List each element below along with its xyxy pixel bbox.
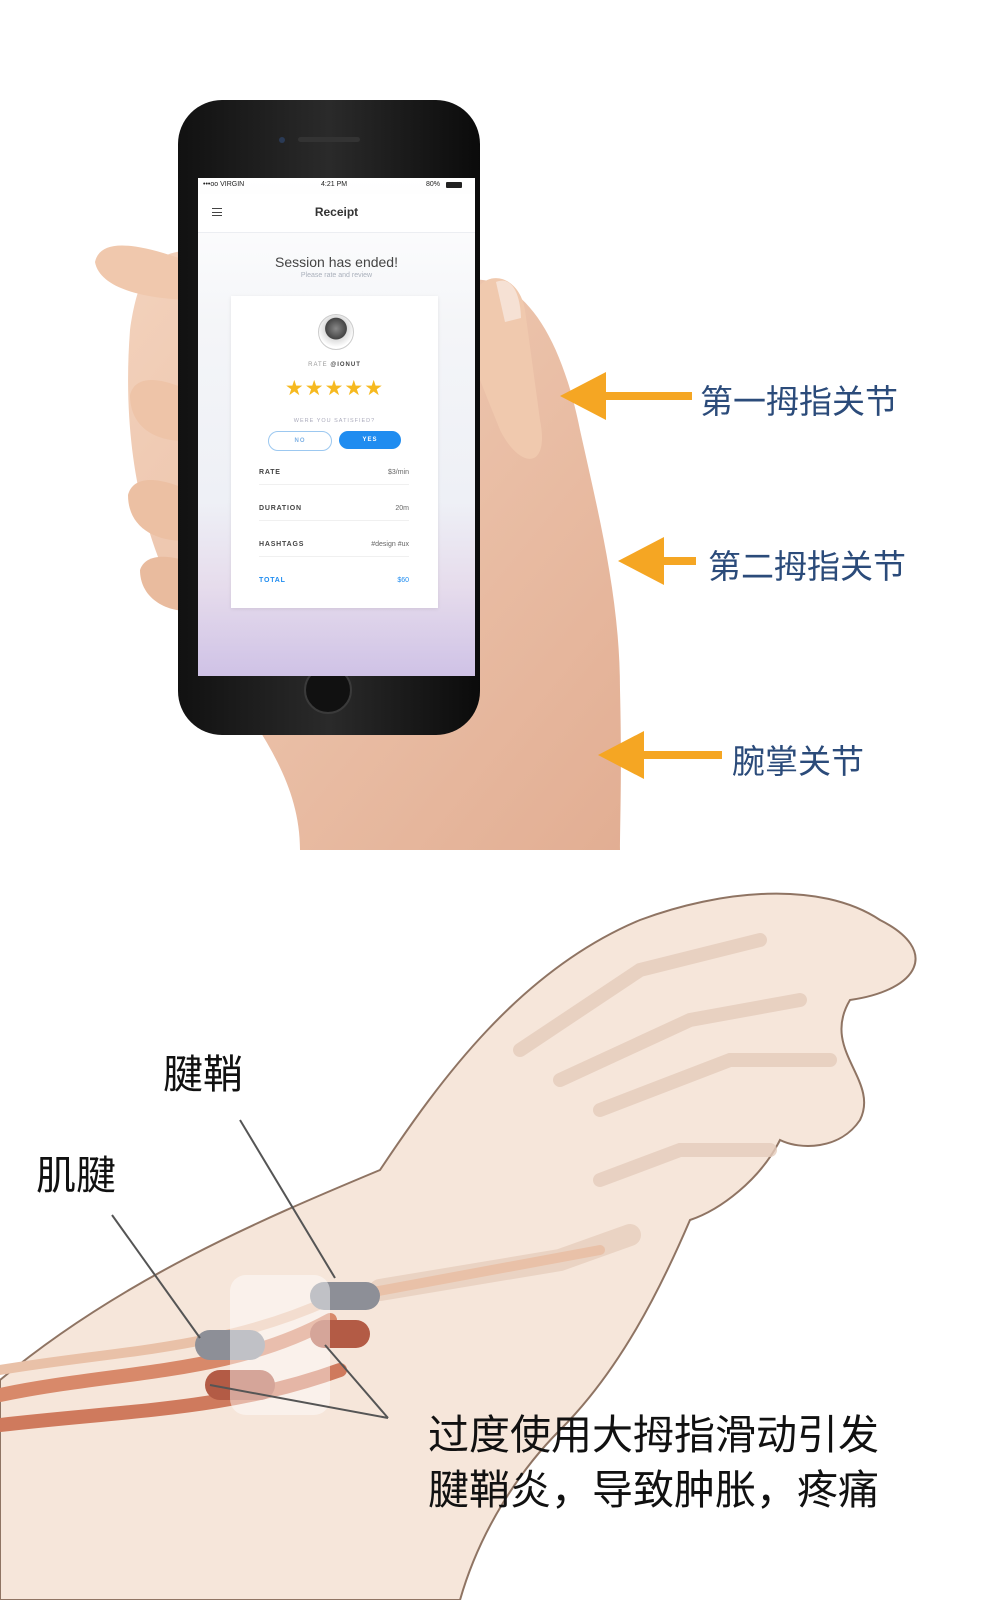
receipt-row: RATE $3/min	[259, 464, 409, 485]
label-carpometacarpal-joint: 腕掌关节	[732, 742, 864, 781]
row-value: $60	[397, 577, 409, 584]
row-value: 20m	[395, 505, 409, 512]
session-subline: Please rate and review	[300, 272, 373, 279]
label-tendon: 肌腱	[36, 1153, 116, 1199]
rate-username: @IONUT	[330, 362, 361, 368]
phone-illustration-panel: •••oo VIRGIN 4:21 PM 80% Receipt Session…	[0, 0, 1000, 850]
receipt-row-total: TOTAL $60	[259, 572, 409, 592]
receipt-card: RATE @IONUT ★★★★★ WERE YOU SATISFIED? NO…	[231, 296, 438, 608]
receipt-row: HASHTAGS #design #ux	[259, 536, 409, 557]
row-key: TOTAL	[259, 577, 286, 584]
avatar	[318, 314, 354, 350]
row-value: $3/min	[387, 469, 409, 476]
rate-user-label: RATE @IONUT	[231, 362, 438, 368]
carrier-text: •••oo VIRGIN	[203, 181, 245, 188]
label-second-thumb-joint: 第二拇指关节	[708, 547, 906, 586]
label-first-thumb-joint: 第一拇指关节	[700, 382, 898, 421]
battery-text: 80%	[426, 181, 441, 188]
battery-icon	[446, 182, 462, 188]
nav-bar: Receipt	[198, 194, 475, 233]
nav-title: Receipt	[314, 205, 359, 219]
star-rating[interactable]: ★★★★★	[231, 376, 438, 401]
caption-line-2: 腱鞘炎，导致肿胀，疼痛	[428, 1466, 879, 1514]
hand-holding-phone-illustration	[95, 100, 722, 850]
rate-prefix: RATE	[308, 362, 328, 368]
no-button[interactable]: NO	[268, 431, 332, 451]
clock-text: 4:21 PM	[321, 181, 348, 188]
satisfied-question: WERE YOU SATISFIED?	[293, 418, 376, 424]
row-key: RATE	[259, 469, 281, 476]
warning-caption: 过度使用大拇指滑动引发 腱鞘炎，导致肿胀，疼痛	[428, 1408, 879, 1518]
status-bar: •••oo VIRGIN 4:21 PM 80%	[198, 178, 475, 194]
row-key: HASHTAGS	[259, 541, 305, 548]
label-tendon-sheath: 腱鞘	[163, 1052, 243, 1098]
yes-button[interactable]: YES	[339, 431, 401, 449]
row-key: DURATION	[259, 505, 302, 512]
session-headline: Session has ended!	[275, 254, 398, 270]
caption-line-1: 过度使用大拇指滑动引发	[428, 1411, 879, 1459]
phone-screen: •••oo VIRGIN 4:21 PM 80% Receipt Session…	[198, 178, 475, 676]
receipt-row: DURATION 20m	[259, 500, 409, 521]
row-value: #design #ux	[371, 541, 409, 548]
